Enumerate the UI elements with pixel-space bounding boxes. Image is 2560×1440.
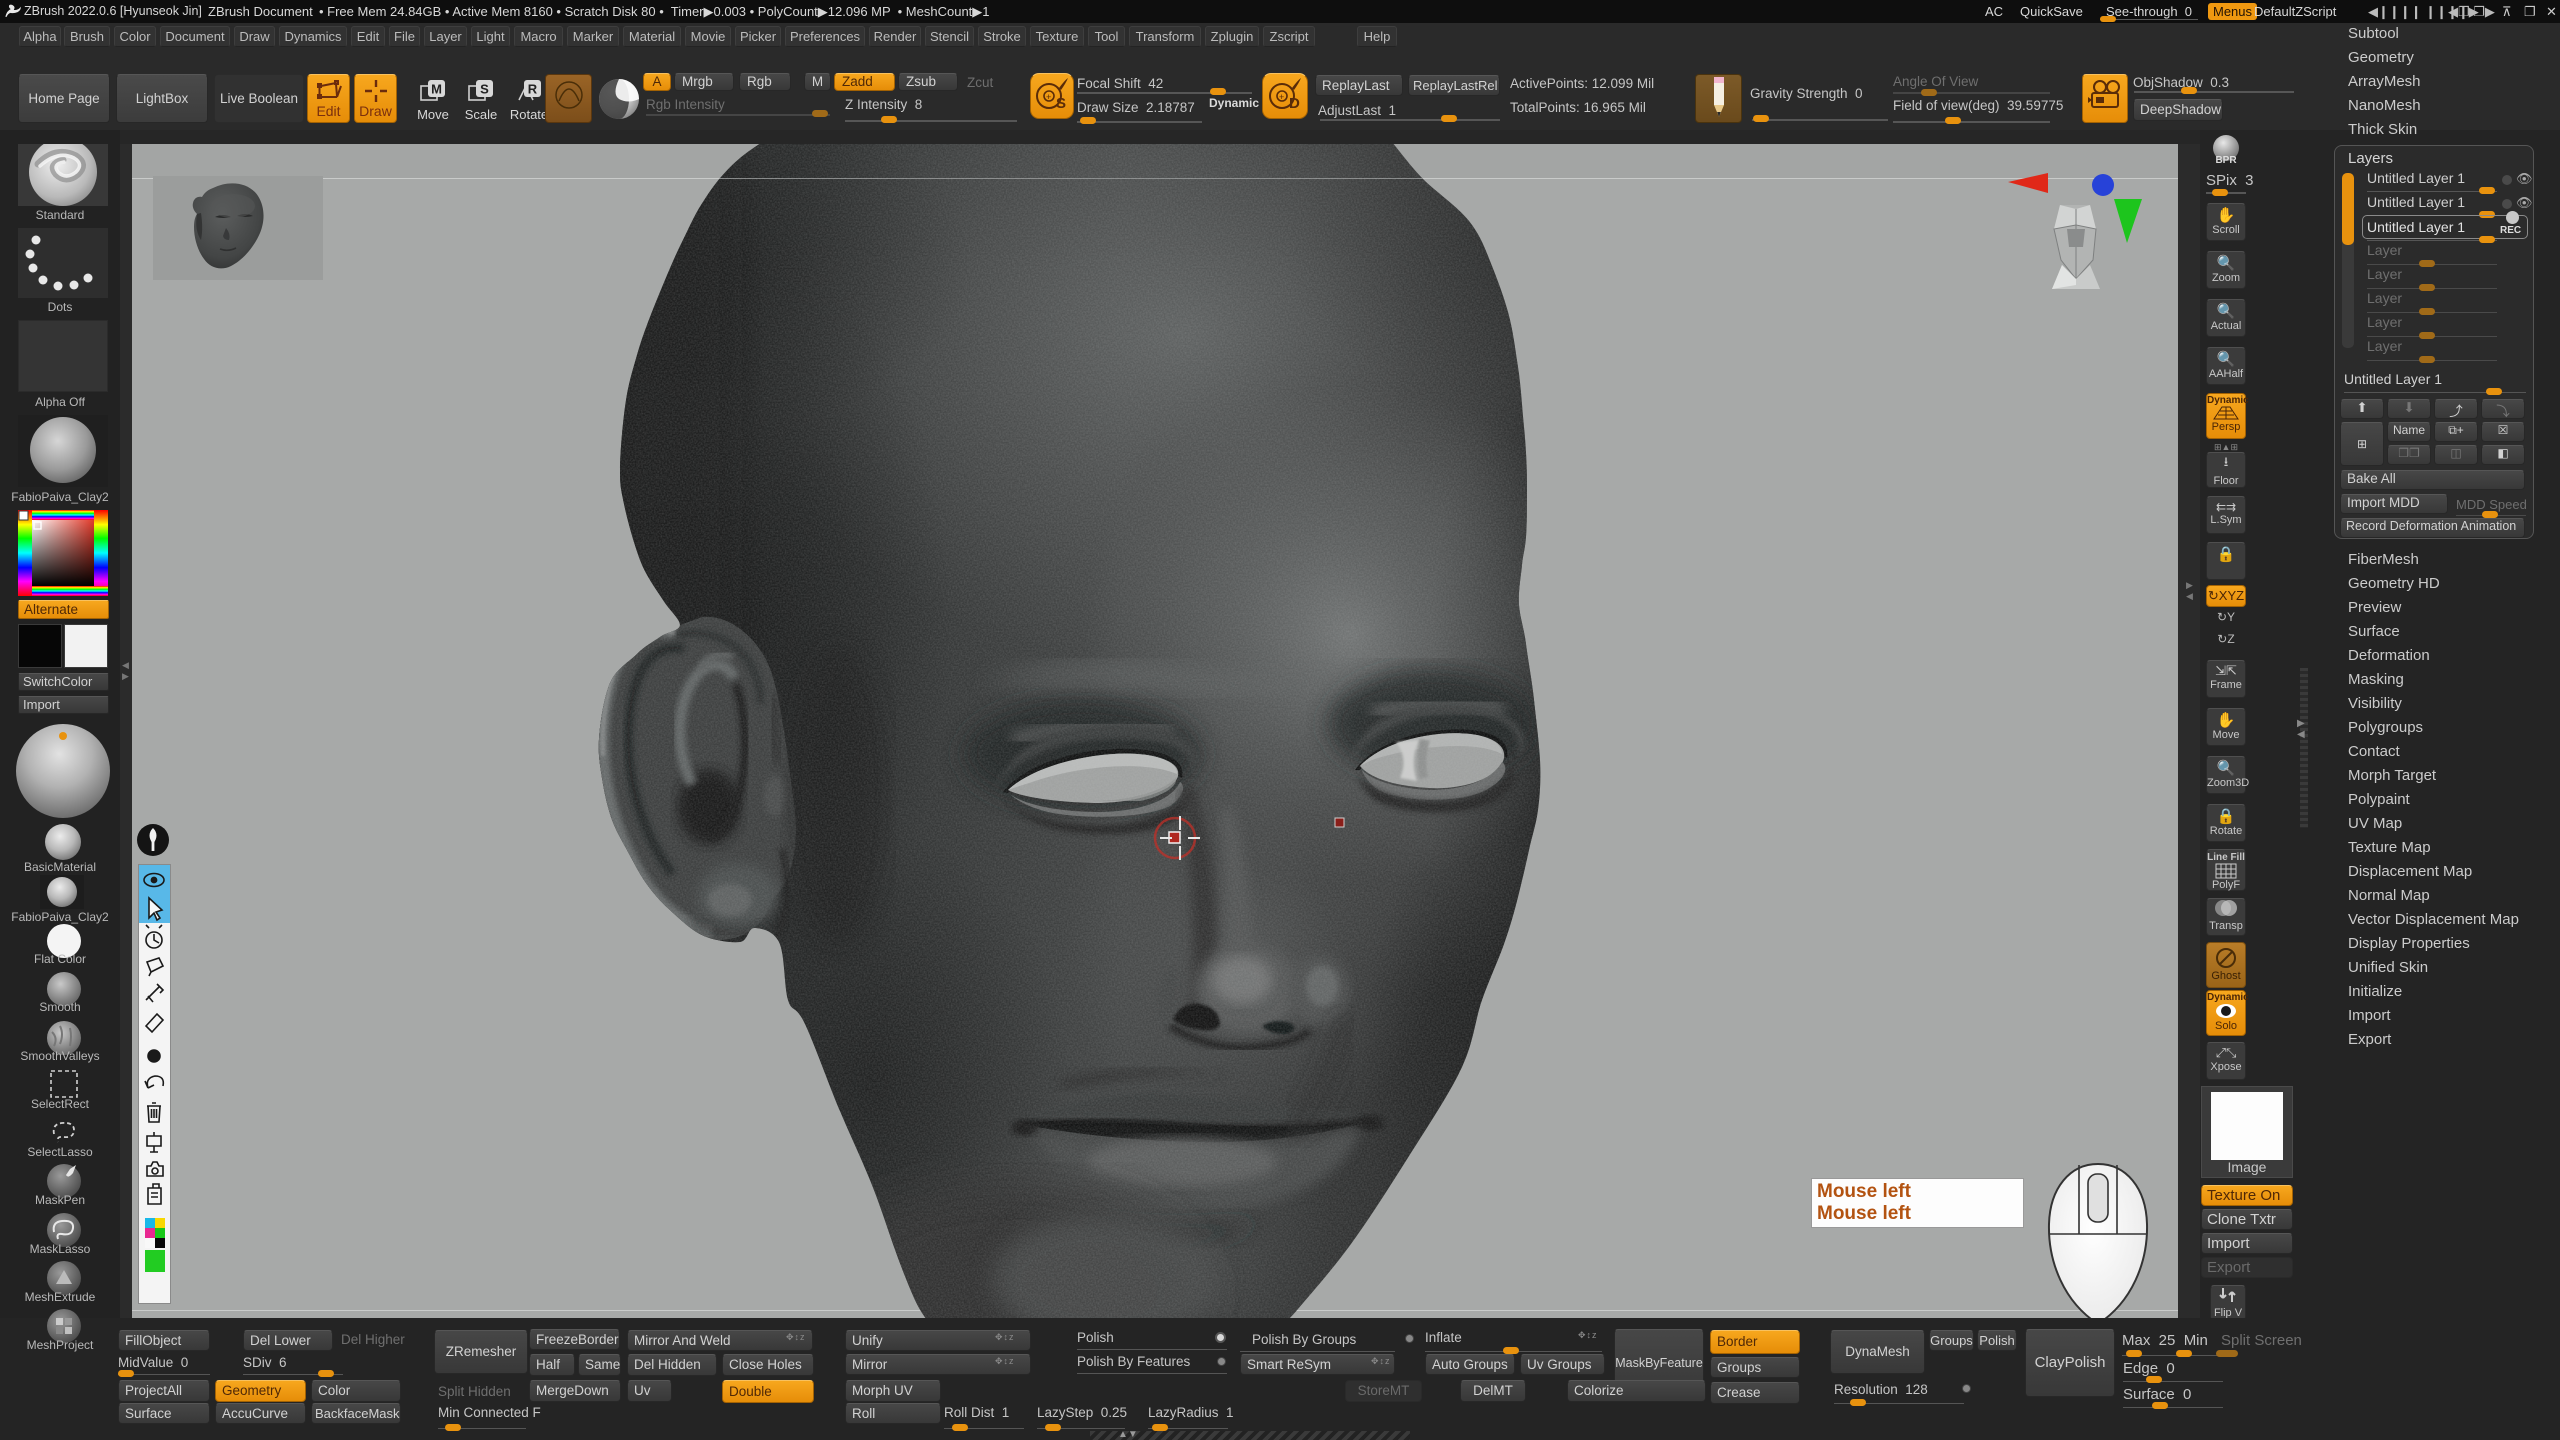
- svg-text:S: S: [480, 82, 489, 97]
- svg-text:S: S: [1056, 95, 1066, 112]
- svg-text:BPR: BPR: [2215, 155, 2237, 166]
- svg-text:+: +: [1279, 92, 1284, 102]
- svg-text:M: M: [431, 82, 442, 97]
- svg-text:R: R: [528, 82, 538, 97]
- svg-text:D: D: [1289, 95, 1300, 112]
- svg-text:+: +: [1046, 92, 1051, 102]
